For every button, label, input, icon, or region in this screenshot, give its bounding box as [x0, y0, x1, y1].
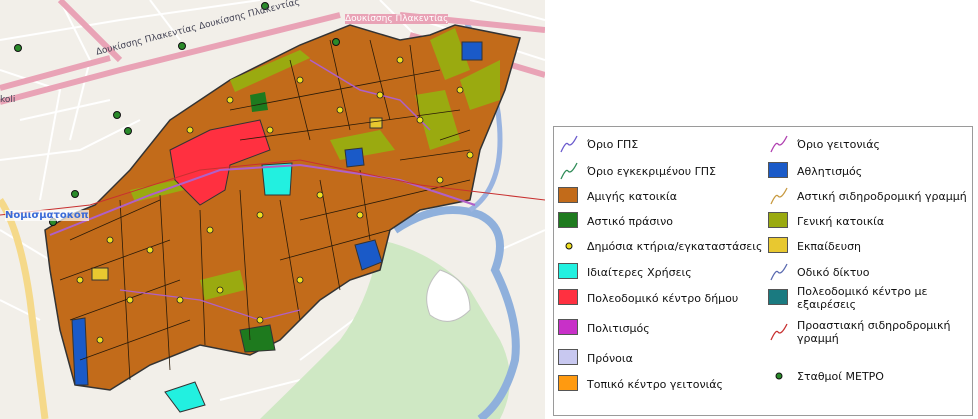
legend-item: Όριο γειτονιάς	[768, 133, 880, 155]
legend-label: Όριο ΓΠΣ	[587, 137, 639, 151]
legend-label: Αστική σιδηροδρομική γραμμή	[797, 189, 967, 203]
legend-label: Δημόσια κτήρια/εγκαταστάσεις	[587, 239, 763, 253]
legend-symbol-icon	[768, 162, 790, 180]
legend-symbol-icon	[558, 263, 580, 281]
legend-item: Εκπαίδευση	[768, 235, 861, 257]
legend-label: Αστικό πράσινο	[587, 214, 673, 228]
legend-label: Εκπαίδευση	[797, 239, 862, 253]
legend-item: Αστικό πράσινο	[558, 210, 673, 232]
legend-item: Πολεοδομικό κέντρο δήμου	[558, 287, 738, 309]
hill-road-loop	[426, 269, 471, 322]
station-label: Νομισματοκοπ	[5, 210, 89, 221]
map-legend: Όριο ΓΠΣ Όριο εγκεκριμένου ΓΠΣ Αμιγής κατο…	[553, 126, 973, 416]
legend-item: Όριο ΓΠΣ	[558, 133, 638, 155]
legend-symbol-icon	[768, 263, 790, 281]
legend-item: Αμιγής κατοικία	[558, 185, 677, 207]
legend-label: Γενική κατοικία	[797, 214, 885, 228]
legend-symbol-icon	[768, 237, 790, 255]
legend-symbol-icon	[558, 237, 580, 255]
legend-item: Οδικό δίκτυο	[768, 261, 869, 283]
legend-item: Πολεοδομικό κέντρο με εξαιρέσεις	[768, 285, 969, 311]
legend-symbol-icon	[768, 187, 790, 205]
legend-label: Οδικό δίκτυο	[797, 265, 870, 279]
legend-item: Ιδιαίτερες Χρήσεις	[558, 261, 692, 283]
legend-symbol-icon	[768, 367, 790, 385]
edge-label: koli	[0, 95, 16, 105]
legend-symbol-icon	[768, 289, 790, 307]
legend-label: Αθλητισμός	[797, 164, 863, 178]
legend-label: Πολεοδομικό κέντρο δήμου	[587, 291, 739, 305]
legend-label: Πολιτισμός	[587, 321, 650, 335]
legend-item: Αστική σιδηροδρομική γραμμή	[768, 185, 967, 207]
legend-symbol-icon	[558, 375, 580, 393]
legend-item: Προαστιακή σιδηροδρομική γραμμή	[768, 319, 969, 345]
legend-label: Όριο γειτονιάς	[797, 137, 880, 151]
legend-item: Αθλητισμός	[768, 160, 862, 182]
legend-symbol-icon	[768, 323, 790, 341]
legend-label: Πρόνοια	[587, 351, 633, 365]
legend-item: Τοπικό κέντρο γειτονιάς	[558, 373, 723, 395]
legend-symbol-icon	[558, 187, 580, 205]
map-view[interactable]: Δουκίσσης Πλακεντίας Δουκίσσης Πλακεντία…	[0, 0, 545, 419]
secondary-road	[0, 198, 49, 419]
legend-symbol-icon	[558, 162, 580, 180]
legend-item: Πολιτισμός	[558, 317, 650, 339]
street-label-top: Δουκίσσης Πλακεντίας	[345, 14, 449, 24]
legend-label: Πολεοδομικό κέντρο με εξαιρέσεις	[797, 285, 928, 311]
legend-item: Όριο εγκεκριμένου ΓΠΣ	[558, 160, 716, 182]
legend-symbol-icon	[558, 212, 580, 230]
legend-label: Όριο εγκεκριμένου ΓΠΣ	[587, 164, 716, 178]
legend-item: Σταθμοί ΜΕΤΡΟ	[768, 365, 884, 387]
legend-label: Προαστιακή σιδηροδρομική γραμμή	[797, 319, 951, 345]
legend-symbol-icon	[558, 135, 580, 153]
legend-symbol-icon	[558, 289, 580, 307]
legend-symbol-icon	[768, 135, 790, 153]
legend-symbol-icon	[558, 319, 580, 337]
legend-label: Σταθμοί ΜΕΤΡΟ	[797, 369, 884, 383]
legend-label: Ιδιαίτερες Χρήσεις	[587, 265, 692, 279]
legend-label: Αμιγής κατοικία	[587, 189, 677, 203]
legend-item: Γενική κατοικία	[768, 210, 884, 232]
legend-symbol-icon	[558, 349, 580, 367]
legend-item: Πρόνοια	[558, 347, 633, 369]
legend-item: Δημόσια κτήρια/εγκαταστάσεις	[558, 235, 762, 257]
legend-symbol-icon	[768, 212, 790, 230]
legend-label: Τοπικό κέντρο γειτονιάς	[587, 377, 724, 391]
